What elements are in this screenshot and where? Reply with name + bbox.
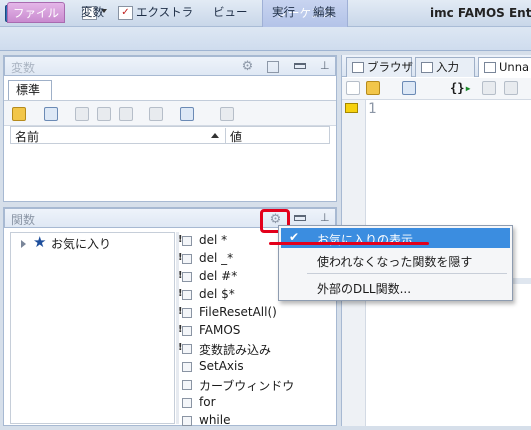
function-braces-icon[interactable]: {}▸	[450, 81, 472, 95]
checklist-icon[interactable]: ✓	[118, 6, 133, 20]
variables-toolbar	[4, 100, 336, 126]
sort-ascending-icon	[211, 133, 219, 138]
function-item-label: del *	[199, 233, 228, 247]
open-folder-icon[interactable]	[12, 107, 26, 121]
new-icon[interactable]	[346, 81, 360, 95]
editor-tab-bar: ブラウザ 入力 Unna	[342, 55, 531, 77]
column-value[interactable]: 値	[225, 128, 242, 144]
function-item-label: del $*	[199, 287, 235, 301]
variables-panel-header: 変数 ⚙ ⊥	[4, 56, 336, 76]
line-number: 1	[368, 101, 377, 117]
function-icon	[182, 380, 192, 390]
window-icon[interactable]	[180, 107, 194, 121]
function-item-label: SetAxis	[199, 359, 244, 373]
annotation-underline	[269, 242, 429, 245]
function-item[interactable]: カーブウィンドウ	[180, 376, 335, 394]
edit-icon[interactable]	[75, 107, 89, 121]
insert-icon[interactable]	[482, 81, 496, 95]
menu-item-external-dll[interactable]: 外部のDLL関数...	[281, 277, 510, 297]
copy-icon[interactable]	[504, 81, 518, 95]
column-name[interactable]: 名前	[15, 128, 39, 145]
function-item-label: FileResetAll()	[199, 305, 277, 319]
function-item[interactable]: FileResetAll()	[178, 304, 335, 322]
function-icon	[182, 362, 192, 372]
filter-icon[interactable]	[220, 107, 234, 121]
save-icon[interactable]	[402, 81, 416, 95]
command-icon	[178, 234, 192, 246]
function-item[interactable]: 変数読み込み	[178, 340, 335, 358]
browser-icon	[352, 62, 364, 73]
window-title: imc FAMOS Ente	[430, 6, 531, 20]
command-icon	[178, 252, 192, 264]
function-item-label: while	[199, 413, 231, 427]
tab-browser-label: ブラウザ	[367, 60, 413, 74]
float-icon[interactable]	[267, 61, 279, 73]
function-item-label: カーブウィンドウ	[199, 379, 295, 393]
command-icon	[178, 324, 192, 336]
info-icon[interactable]	[97, 107, 111, 121]
variables-panel-title: 変数	[11, 61, 36, 75]
maximize-icon[interactable]	[294, 215, 306, 221]
tab-edit[interactable]: 編集	[313, 2, 336, 23]
sequence-icon	[484, 62, 496, 73]
input-icon	[421, 62, 433, 73]
function-item[interactable]: while	[180, 412, 335, 430]
tab-unnamed-label: Unna	[499, 60, 530, 74]
function-icon	[182, 416, 192, 426]
tab-view[interactable]: ビュー	[213, 2, 248, 23]
star-icon: ★	[33, 233, 47, 251]
command-icon	[178, 342, 192, 354]
command-icon	[178, 288, 192, 300]
tab-standard[interactable]: 標準	[8, 80, 52, 100]
delete-icon[interactable]	[149, 107, 163, 121]
tab-extras[interactable]: エクストラ	[136, 2, 193, 23]
function-item-label: FAMOS	[199, 323, 241, 337]
menu-item-label: 使われなくなった関数を隠す	[317, 255, 473, 269]
tab-input-label: 入力	[436, 60, 459, 74]
function-item-label: del _*	[199, 251, 234, 265]
pin-icon[interactable]: ⊥	[320, 59, 330, 72]
function-item[interactable]: FAMOS	[178, 322, 335, 340]
tab-browser[interactable]: ブラウザ	[346, 57, 413, 77]
tree-item-favorites[interactable]: お気に入り	[51, 235, 111, 252]
command-icon	[178, 270, 192, 282]
function-tree: ★ お気に入り	[10, 232, 175, 424]
expand-arrow-icon[interactable]	[21, 240, 26, 248]
menu-item-hide-deprecated[interactable]: 使われなくなった関数を隠す	[281, 250, 510, 270]
editor-toolbar: {}▸	[342, 78, 531, 100]
context-menu: ✔ お気に入りの表示 使われなくなった関数を隠す 外部のDLL関数...	[278, 225, 513, 301]
functions-panel-title: 関数	[11, 213, 36, 227]
open-folder-icon[interactable]	[366, 81, 380, 95]
variables-panel: 変数 ⚙ ⊥ 標準 名前 値	[3, 55, 337, 202]
function-item[interactable]: for	[180, 394, 335, 412]
function-item-label: 変数読み込み	[199, 343, 272, 357]
menu-separator	[307, 273, 507, 274]
pin-icon[interactable]: ⊥	[320, 211, 330, 224]
menu-item-label: 外部のDLL関数...	[317, 282, 412, 296]
maximize-icon[interactable]	[294, 63, 306, 69]
current-line-arrow-icon	[345, 103, 358, 113]
gear-icon[interactable]: ⚙	[241, 60, 254, 73]
function-item[interactable]: SetAxis	[180, 358, 335, 376]
command-icon	[178, 306, 192, 318]
function-icon	[182, 398, 192, 408]
menu-item-label: お気に入りの表示	[317, 233, 414, 247]
tab-variables[interactable]: 変数	[81, 2, 104, 23]
save-icon[interactable]	[44, 107, 58, 121]
table-icon[interactable]	[119, 107, 133, 121]
menu-item-show-favorites[interactable]: ✔ お気に入りの表示	[281, 228, 510, 248]
tab-file[interactable]: ファイル	[7, 2, 65, 23]
tab-unnamed[interactable]: Unna	[478, 57, 531, 77]
tab-input[interactable]: 入力	[415, 57, 475, 77]
tab-run[interactable]: 実行	[272, 2, 295, 23]
variables-grid-header: 名前 値	[10, 126, 330, 144]
function-item-label: for	[199, 395, 216, 409]
ribbon-tab-bar	[0, 27, 531, 51]
function-item-label: del #*	[199, 269, 238, 283]
